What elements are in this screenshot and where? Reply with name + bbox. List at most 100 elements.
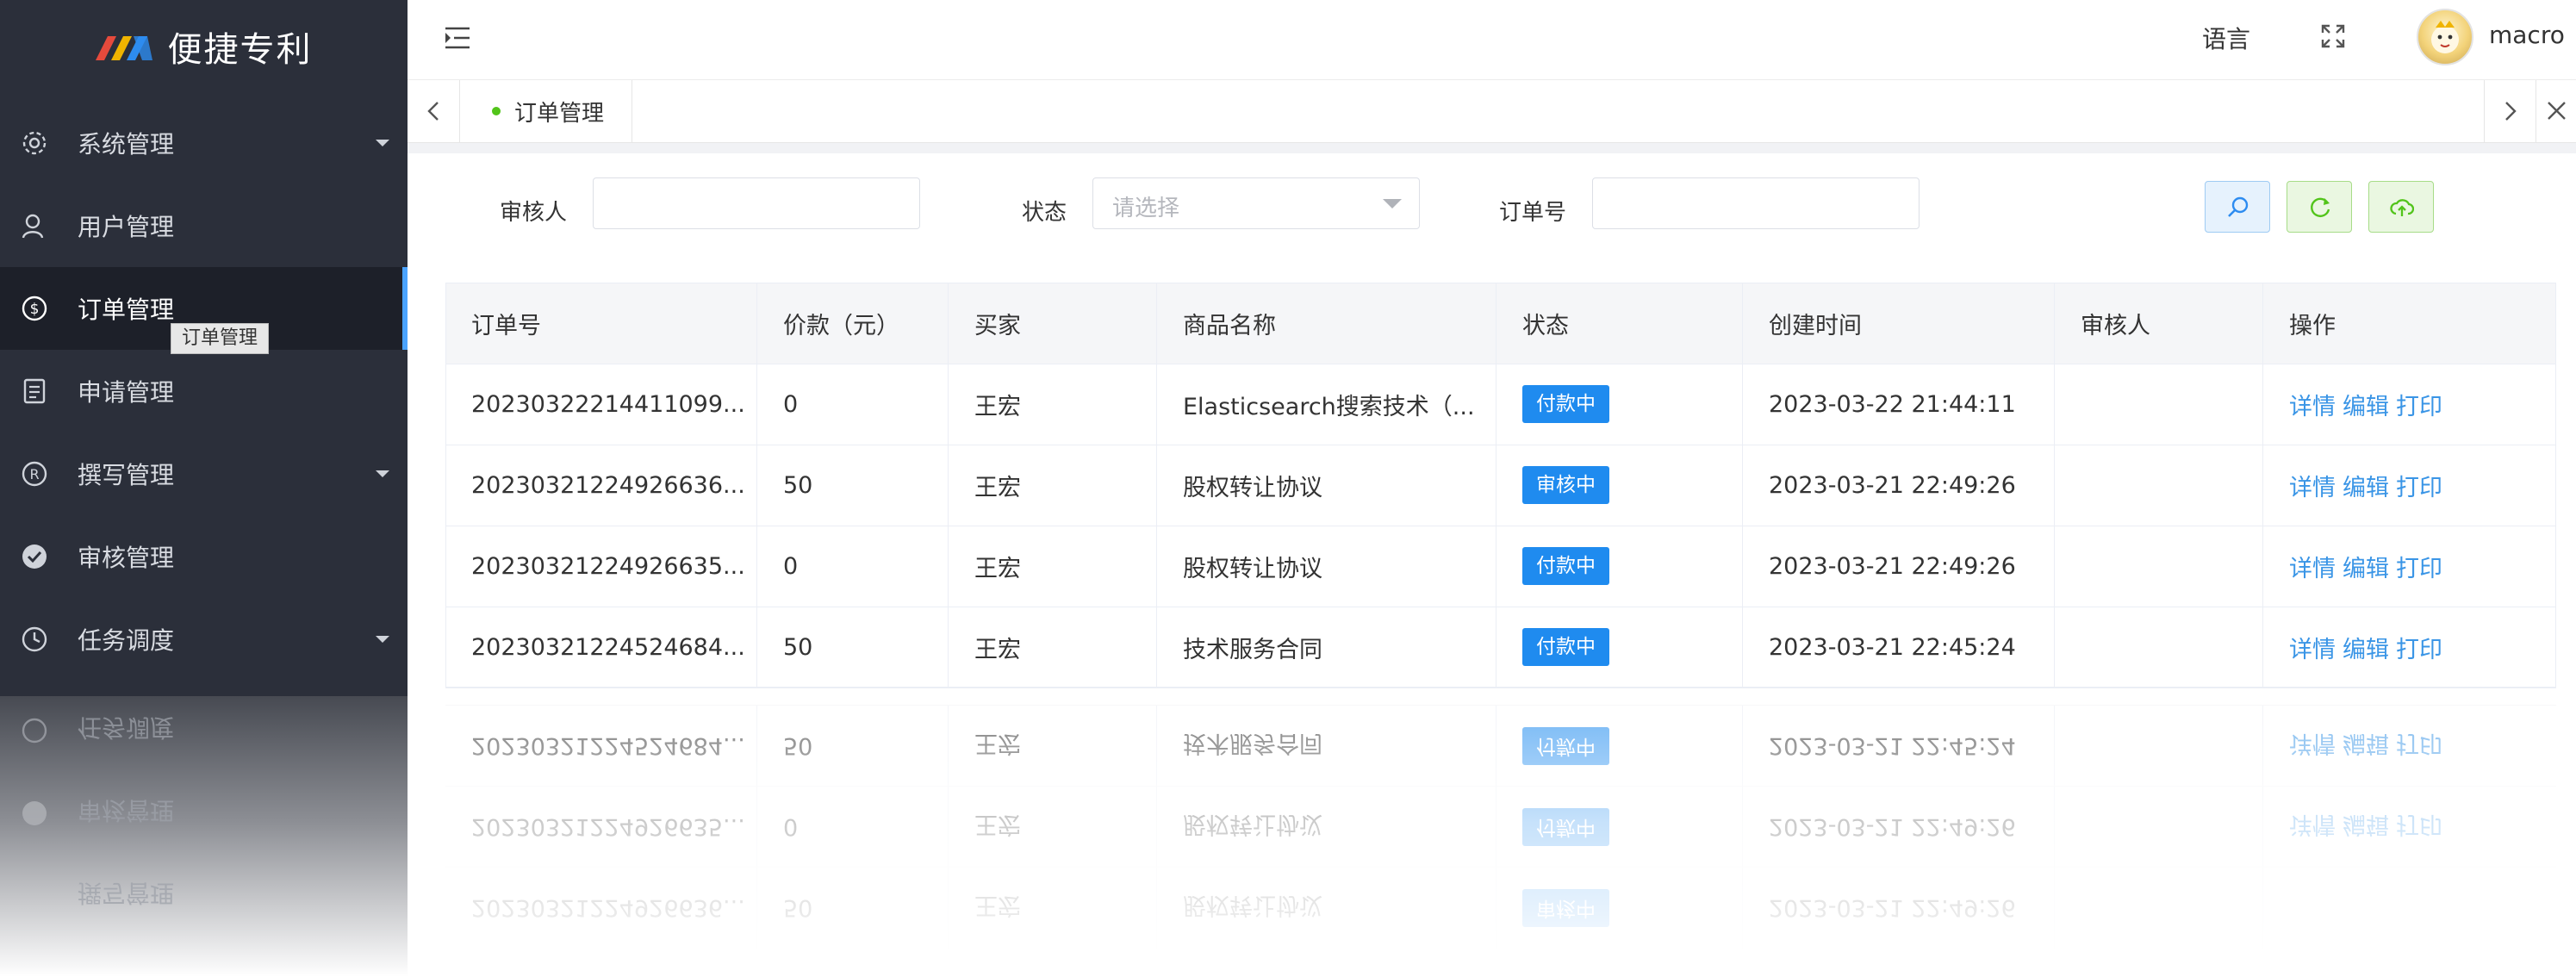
clock-icon bbox=[22, 626, 47, 652]
reflected-cell: 审核中 bbox=[1496, 868, 1743, 949]
tab-orders[interactable]: 订单管理 bbox=[459, 80, 632, 142]
cell-created: 2023-03-22 21:44:11 bbox=[1743, 364, 2055, 445]
reflected-cell: 2023-03-21 22:45:24 bbox=[1743, 706, 2055, 787]
reflected-cell: 股权转让协议 bbox=[1157, 787, 1496, 868]
cell-order-no: 20230321224524684... bbox=[445, 607, 757, 688]
column-header[interactable]: 买家 bbox=[949, 283, 1157, 364]
reviewer-label: 审核人 bbox=[500, 200, 568, 226]
order-no-input[interactable] bbox=[1592, 177, 1920, 229]
reflected-badge: 付款中 bbox=[1522, 808, 1609, 846]
reflected-link: 打印 bbox=[2396, 811, 2442, 838]
column-header[interactable]: 审核人 bbox=[2055, 283, 2263, 364]
reflected-cell: 20230321224926636... bbox=[445, 868, 757, 949]
reflected-row: 20230321224524684... 50 王宏 技术服务合同 付款中 20… bbox=[445, 705, 2556, 787]
reflected-label: 撰写管理 bbox=[78, 879, 175, 907]
status-badge: 付款中 bbox=[1522, 385, 1609, 423]
cell-actions: 详情 编辑 打印 bbox=[2263, 526, 2556, 607]
sidebar-item-label: 申请管理 bbox=[78, 378, 175, 407]
reflected-menu-item: 任务调度 bbox=[0, 696, 408, 772]
refresh-button[interactable] bbox=[2287, 181, 2352, 233]
language-switch[interactable]: 语言 bbox=[2202, 21, 2250, 55]
edit-link[interactable]: 编辑 bbox=[2343, 388, 2389, 421]
svg-text:R: R bbox=[29, 466, 39, 482]
column-header[interactable]: 订单号 bbox=[445, 283, 757, 364]
edit-link[interactable]: 编辑 bbox=[2343, 631, 2389, 664]
fullscreen-icon[interactable] bbox=[2319, 22, 2347, 50]
sidebar-item-applications[interactable]: 申请管理 bbox=[0, 350, 408, 432]
cell-reviewer bbox=[2055, 364, 2263, 445]
cell-product: Elasticsearch搜索技术（... bbox=[1157, 364, 1496, 445]
status-select[interactable]: 请选择 bbox=[1092, 177, 1420, 229]
sidebar-item-system[interactable]: 系统管理 bbox=[0, 102, 408, 184]
reflected-cell: 20230321224926635... bbox=[445, 787, 757, 868]
reflected-cell: 0 bbox=[757, 787, 949, 868]
column-header[interactable]: 操作 bbox=[2263, 283, 2556, 364]
print-link[interactable]: 打印 bbox=[2396, 550, 2442, 583]
chevron-right-icon bbox=[2505, 102, 2517, 121]
sidebar-item-users[interactable]: 用户管理 bbox=[0, 184, 408, 267]
sidebar-item-writing[interactable]: R 撰写管理 bbox=[0, 432, 408, 515]
print-link[interactable]: 打印 bbox=[2396, 388, 2442, 421]
top-header: 语言 macro bbox=[408, 0, 2576, 80]
logo: 便捷专利 bbox=[0, 0, 408, 93]
sidebar-item-review[interactable]: 审核管理 bbox=[0, 515, 408, 598]
reflected-cell: 50 bbox=[757, 706, 949, 787]
reflected-cell: 王宏 bbox=[949, 787, 1157, 868]
reflected-label: 审核管理 bbox=[78, 796, 175, 825]
export-button[interactable] bbox=[2368, 181, 2434, 233]
detail-link[interactable]: 详情 bbox=[2289, 469, 2336, 502]
reflected-label: 任务调度 bbox=[78, 713, 175, 742]
column-header[interactable]: 状态 bbox=[1496, 283, 1743, 364]
column-header[interactable]: 商品名称 bbox=[1157, 283, 1496, 364]
caret-down-icon bbox=[376, 140, 389, 146]
order-no-label: 订单号 bbox=[1499, 200, 1567, 226]
detail-link[interactable]: 详情 bbox=[2289, 388, 2336, 421]
sidebar-item-label: 任务调度 bbox=[78, 626, 175, 655]
reflected-link: 详情 bbox=[2289, 730, 2336, 757]
chevron-left-icon bbox=[427, 102, 439, 121]
reflected-cell bbox=[2055, 787, 2263, 868]
menu-fold-icon[interactable] bbox=[442, 22, 473, 53]
content-divider bbox=[408, 143, 2576, 153]
tabs-bar: 订单管理 bbox=[408, 80, 2576, 143]
reflected-cell bbox=[2055, 868, 2263, 949]
cell-order-no: 20230321224926636... bbox=[445, 445, 757, 526]
reviewer-input[interactable] bbox=[593, 177, 920, 229]
cloud-upload-icon bbox=[2390, 199, 2414, 216]
gear-icon bbox=[22, 131, 47, 155]
cell-price: 0 bbox=[757, 526, 949, 607]
detail-link[interactable]: 详情 bbox=[2289, 550, 2336, 583]
username[interactable]: macro bbox=[2489, 21, 2565, 49]
avatar[interactable] bbox=[2417, 9, 2473, 65]
reflected-cell: 王宏 bbox=[949, 868, 1157, 949]
tabs-scroll-left[interactable] bbox=[408, 80, 460, 142]
cell-product: 股权转让协议 bbox=[1157, 445, 1496, 526]
refresh-icon bbox=[2311, 197, 2330, 217]
edit-link[interactable]: 编辑 bbox=[2343, 550, 2389, 583]
tab-label: 订单管理 bbox=[514, 100, 605, 127]
search-button[interactable] bbox=[2205, 181, 2270, 233]
table-header: 订单号 价款（元） 买家 商品名称 状态 创建时间 审核人 操作 bbox=[445, 283, 2556, 364]
column-header[interactable]: 创建时间 bbox=[1743, 283, 2055, 364]
cell-buyer: 王宏 bbox=[949, 607, 1157, 688]
tabs-scroll-right[interactable] bbox=[2484, 80, 2536, 142]
table-row: 20230321224926635... 0 王宏 股权转让协议 付款中 202… bbox=[445, 526, 2556, 607]
reflected-link: 详情 bbox=[2289, 811, 2336, 838]
sidebar-item-scheduler[interactable]: 任务调度 bbox=[0, 598, 408, 681]
reflected-link: 编辑 bbox=[2343, 730, 2389, 757]
avatar-image bbox=[2431, 21, 2459, 53]
cell-status: 付款中 bbox=[1496, 526, 1743, 607]
tabs-close[interactable] bbox=[2536, 80, 2576, 142]
form-icon bbox=[23, 378, 46, 404]
clock-icon bbox=[22, 718, 47, 744]
print-link[interactable]: 打印 bbox=[2396, 469, 2442, 502]
print-link[interactable]: 打印 bbox=[2396, 631, 2442, 664]
reflected-cell bbox=[2055, 706, 2263, 787]
edit-link[interactable]: 编辑 bbox=[2343, 469, 2389, 502]
table-row: 20230321224926636... 50 王宏 股权转让协议 审核中 20… bbox=[445, 445, 2556, 526]
table-row: 20230321224524684... 50 王宏 技术服务合同 付款中 20… bbox=[445, 607, 2556, 688]
cell-status: 付款中 bbox=[1496, 364, 1743, 445]
column-header[interactable]: 价款（元） bbox=[757, 283, 949, 364]
dollar-circle-icon: $ bbox=[22, 296, 47, 321]
detail-link[interactable]: 详情 bbox=[2289, 631, 2336, 664]
